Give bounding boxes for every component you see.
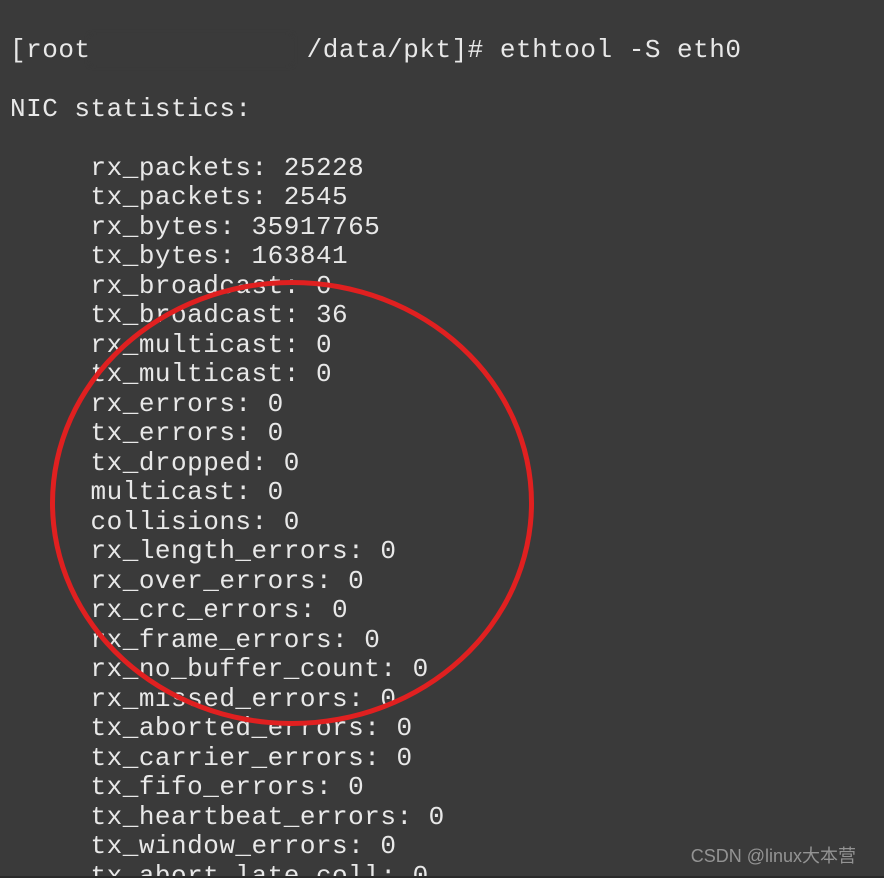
stat-row: collisions: 0 [10,508,741,538]
prompt-cwd: /data/pkt [307,35,452,65]
stat-row: tx_packets: 2545 [10,183,741,213]
stat-row: multicast: 0 [10,478,741,508]
stat-row: tx_window_errors: 0 [10,832,741,862]
stat-row: tx_errors: 0 [10,419,741,449]
stat-row: rx_missed_errors: 0 [10,685,741,715]
stat-row: tx_heartbeat_errors: 0 [10,803,741,833]
stat-row: rx_broadcast: 0 [10,272,741,302]
prompt-command: ethtool -S eth0 [500,35,742,65]
stat-row: tx_aborted_errors: 0 [10,714,741,744]
stat-row: rx_bytes: 35917765 [10,213,741,243]
terminal-output[interactable]: [root /data/pkt]# ethtool -S eth0 NIC st… [0,0,741,878]
stat-row: rx_packets: 25228 [10,154,741,184]
stat-row: tx_multicast: 0 [10,360,741,390]
nic-stats-list: rx_packets: 25228 tx_packets: 2545 rx_by… [10,154,741,878]
prompt-user: root [26,35,90,65]
stat-row: tx_dropped: 0 [10,449,741,479]
stat-row: tx_fifo_errors: 0 [10,773,741,803]
watermark-text: CSDN @linux大本营 [691,842,856,868]
stat-row: rx_frame_errors: 0 [10,626,741,656]
stat-row: rx_length_errors: 0 [10,537,741,567]
output-header: NIC statistics: [10,95,741,125]
stat-row: tx_bytes: 163841 [10,242,741,272]
shell-prompt-line: [root /data/pkt]# ethtool -S eth0 [10,36,741,66]
stat-row: rx_over_errors: 0 [10,567,741,597]
stat-row: rx_multicast: 0 [10,331,741,361]
redacted-hostname [91,36,291,64]
stat-row: rx_no_buffer_count: 0 [10,655,741,685]
stat-row: rx_crc_errors: 0 [10,596,741,626]
stat-row: tx_carrier_errors: 0 [10,744,741,774]
stat-row: rx_errors: 0 [10,390,741,420]
stat-row: tx_broadcast: 36 [10,301,741,331]
